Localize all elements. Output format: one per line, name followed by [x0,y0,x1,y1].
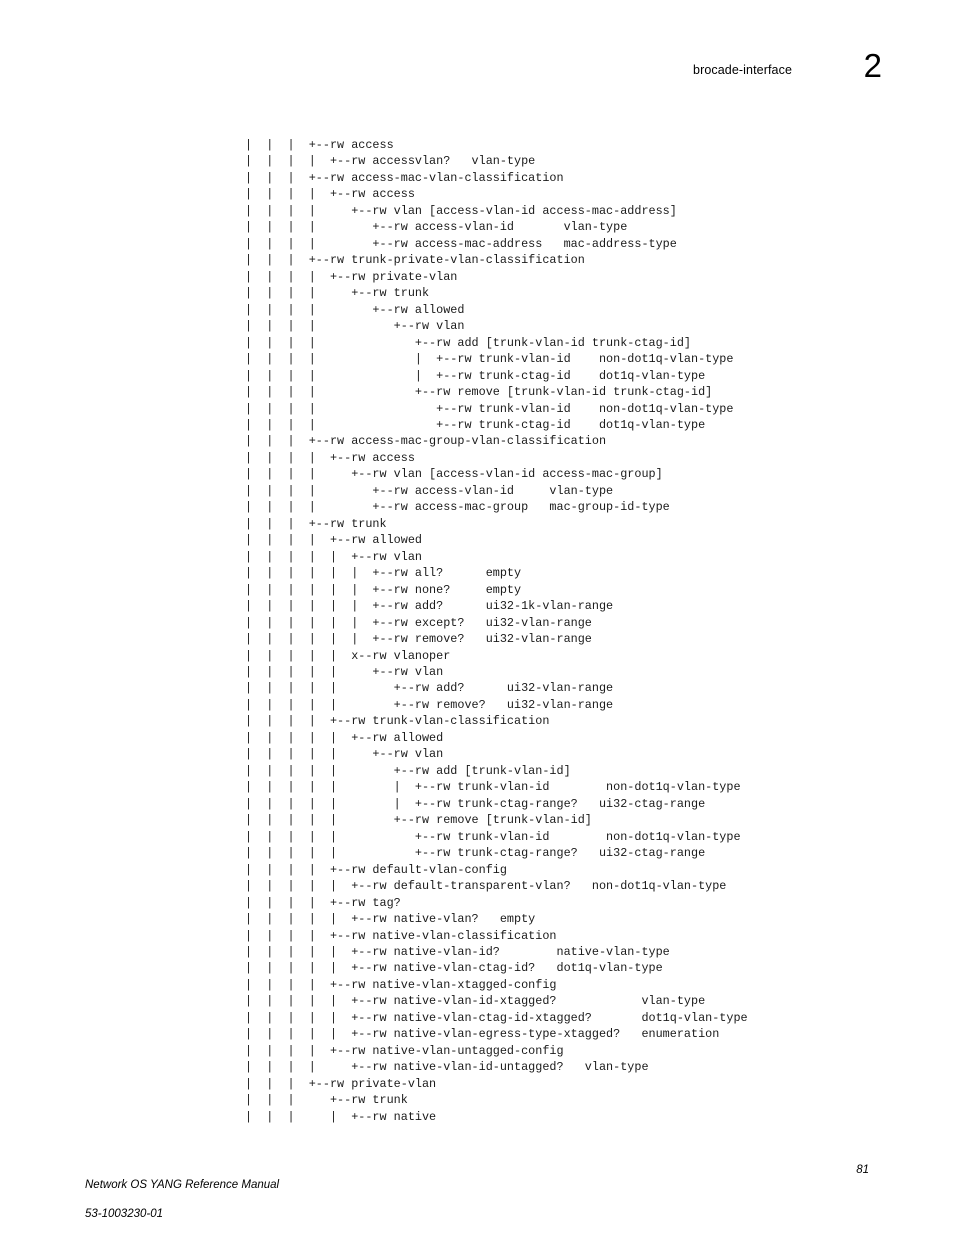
tree-line: | | | | | | +--rw trunk-vlan-id non-dot1… [245,780,741,795]
tree-line: | | | | | +--rw native-vlan-id-xtagged? … [245,994,706,1009]
tree-line: | | | | +--rw private-vlan [245,269,458,284]
tree-line: | | | | +--rw vlan [245,319,465,334]
footer-page-number: 81 [856,1164,869,1176]
footer-document-info: Network OS YANG Reference Manual 53-1003… [85,1163,279,1236]
tree-line: | | | | | +--rw trunk-vlan-id non-dot1q-… [245,829,741,844]
header-module-name: brocade-interface [693,63,792,77]
tree-line: | | | | | +--rw native-vlan-ctag-id? dot… [245,961,663,976]
tree-line: | | | | | +--rw allowed [245,730,444,745]
tree-line: | | | +--rw access-mac-vlan-classificati… [245,170,564,185]
tree-line: | | | | | | +--rw trunk-ctag-range? ui32… [245,796,706,811]
tree-line: | | | | | +--rw trunk-ctag-id dot1q-vlan… [245,368,706,383]
tree-line: | | | | | | +--rw remove? ui32-vlan-rang… [245,632,592,647]
tree-line: | | | +--rw trunk-private-vlan-classific… [245,253,585,268]
tree-line: | | | | +--rw vlan [access-vlan-id acces… [245,203,677,218]
tree-line: | | | | +--rw default-vlan-config [245,862,507,877]
tree-line: | | | +--rw access-mac-group-vlan-classi… [245,434,607,449]
page-footer: Network OS YANG Reference Manual 53-1003… [0,1163,954,1220]
tree-line: | | | | +--rw trunk-vlan-classification [245,714,550,729]
tree-line: | | | | +--rw native-vlan-untagged-confi… [245,1043,564,1058]
page-header: brocade-interface 2 [0,49,954,99]
tree-line: | | | | | +--rw remove [trunk-vlan-id] [245,813,592,828]
tree-line: | | | | +--rw allowed [245,302,465,317]
tree-line: | | | | +--rw trunk [245,286,430,301]
tree-line: | | | | | +--rw remove? ui32-vlan-range [245,697,614,712]
tree-line: | | | | +--rw allowed [245,533,422,548]
tree-line: | | | | +--rw remove [trunk-vlan-id trun… [245,385,713,400]
tree-line: | | | | +--rw add [trunk-vlan-id trunk-c… [245,335,691,350]
tree-line: | | | | +--rw accessvlan? vlan-type [245,154,536,169]
tree-line: | | | +--rw trunk [245,516,387,531]
tree-line: | | | | | +--rw trunk-ctag-range? ui32-c… [245,846,706,861]
tree-line: | | | | +--rw access [245,450,415,465]
tree-line: | | | | +--rw native-vlan-xtagged-config [245,977,557,992]
tree-line: | | | | | +--rw vlan [245,747,444,762]
tree-line: | | | | | +--rw default-transparent-vlan… [245,879,727,894]
tree-line: | | | +--rw trunk [245,1093,408,1108]
tree-line: | | | | +--rw vlan [access-vlan-id acces… [245,467,663,482]
tree-line: | | | | | +--rw add? ui32-vlan-range [245,681,614,696]
tree-line: | | | | | +--rw trunk-vlan-id non-dot1q-… [245,352,734,367]
tree-line: | | | | | | +--rw except? ui32-vlan-rang… [245,615,592,630]
tree-line: | | | | | +--rw native-vlan-id? native-v… [245,944,670,959]
yang-tree-listing: | | | +--rw access | | | | +--rw accessvl… [245,137,925,1125]
tree-line: | | | | +--rw native-vlan-id-untagged? v… [245,1060,649,1075]
tree-line: | | | | | | +--rw all? empty [245,566,522,581]
tree-line: | | | | +--rw native-vlan-classification [245,928,557,943]
tree-line: | | | | +--rw trunk-vlan-id non-dot1q-vl… [245,401,734,416]
tree-line: | | | | | +--rw add [trunk-vlan-id] [245,763,571,778]
tree-line: | | | | +--rw native [245,1109,437,1124]
tree-line: | | | +--rw private-vlan [245,1076,437,1091]
tree-line: | | | | +--rw tag? [245,895,401,910]
tree-line: | | | | | +--rw vlan [245,665,444,679]
tree-line: | | | | +--rw access-mac-address mac-add… [245,236,677,251]
tree-line: | | | | | +--rw native-vlan-egress-type-… [245,1027,720,1042]
tree-line: | | | | | | +--rw none? empty [245,582,522,597]
tree-line: | | | | | x--rw vlanoper [245,648,451,663]
footer-document-number: 53-1003230-01 [85,1207,164,1220]
tree-line: | | | | | +--rw native-vlan? empty [245,912,536,927]
tree-line: | | | | | +--rw vlan [245,549,422,564]
tree-line: | | | | +--rw access [245,187,415,202]
tree-line: | | | | +--rw access-vlan-id vlan-type [245,483,614,498]
header-chapter-number: 2 [863,47,882,84]
tree-line: | | | | +--rw access-vlan-id vlan-type [245,220,628,235]
tree-line: | | | | | | +--rw add? ui32-1k-vlan-rang… [245,599,614,614]
tree-line: | | | +--rw access [245,138,394,152]
tree-line: | | | | +--rw trunk-ctag-id dot1q-vlan-t… [245,417,706,432]
footer-document-title: Network OS YANG Reference Manual [85,1178,280,1191]
tree-line: | | | | | +--rw native-vlan-ctag-id-xtag… [245,1010,748,1025]
tree-line: | | | | +--rw access-mac-group mac-group… [245,500,670,515]
